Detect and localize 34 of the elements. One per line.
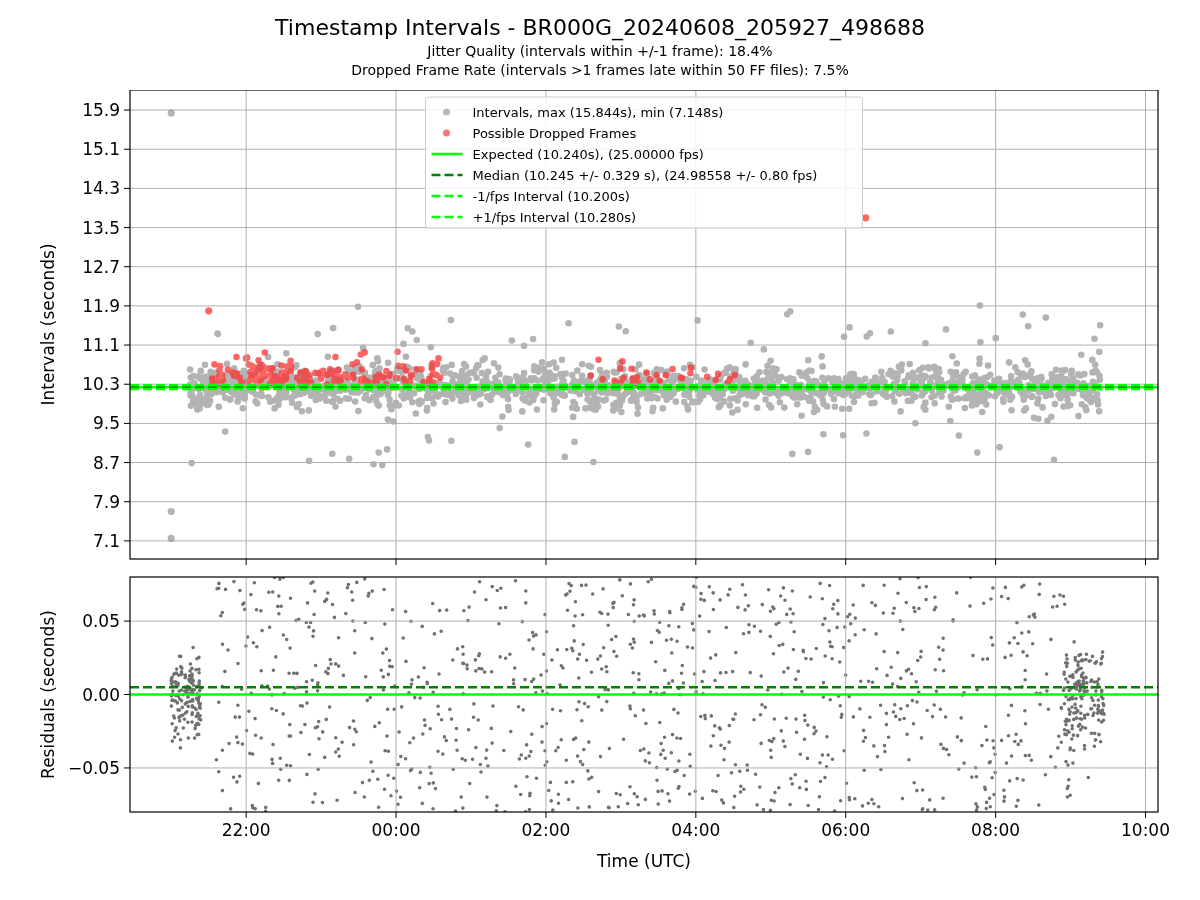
y-tick-label: 10.3 (82, 374, 120, 395)
x-tick-label: 22:00 (221, 820, 271, 840)
y-tick-label: 11.9 (82, 295, 120, 316)
y-tick-label: 11.1 (82, 335, 120, 356)
y-tick-label: 0.05 (82, 611, 120, 632)
y-axis-label: Residuals (seconds) (38, 610, 58, 779)
legend-label: Intervals, max (15.844s), min (7.148s) (472, 104, 724, 120)
legend-label: Expected (10.240s), (25.00000 fps) (472, 146, 704, 162)
x-tick-label: 10:00 (1121, 820, 1170, 840)
x-axis-label: Time (UTC) (597, 851, 691, 871)
chart-subtitle: Dropped Frame Rate (intervals >1 frames late within 50 FF files): 7.5% (351, 61, 849, 80)
x-tick-label: 08:00 (971, 820, 1021, 840)
x-tick-label: 00:00 (371, 820, 421, 840)
legend-label: +1/fps Interval (10.280s) (472, 209, 637, 225)
x-tick-label: 06:00 (821, 820, 871, 840)
y-tick-label: 15.1 (82, 139, 120, 160)
y-tick-label: 7.9 (92, 491, 120, 512)
legend-label: Median (10.245 +/- 0.329 s), (24.98558 +/- 0.80 fps) (472, 167, 818, 183)
legend-label: -1/fps Interval (10.200s) (472, 188, 630, 204)
x-tick-label: 02:00 (521, 820, 571, 840)
y-tick-label: 8.7 (92, 452, 120, 473)
chart-subtitle: Jitter Quality (intervals within +/-1 frame): 18.4% (427, 42, 773, 61)
y-tick-label: 0.00 (82, 684, 120, 705)
y-tick-label: 7.1 (92, 530, 120, 551)
y-axis-label: Intervals (seconds) (38, 243, 58, 406)
y-tick-label: 13.5 (82, 217, 120, 238)
y-tick-label: −0.05 (67, 757, 120, 778)
y-tick-label: 15.9 (82, 100, 120, 121)
x-tick-label: 04:00 (671, 820, 721, 840)
legend-label: Possible Dropped Frames (472, 125, 637, 141)
y-tick-label: 14.3 (82, 178, 120, 199)
chart-title: Timestamp Intervals - BR000G_20240608_205927_498688 (275, 14, 925, 42)
y-tick-label: 12.7 (82, 256, 120, 277)
y-tick-label: 9.5 (92, 413, 120, 434)
